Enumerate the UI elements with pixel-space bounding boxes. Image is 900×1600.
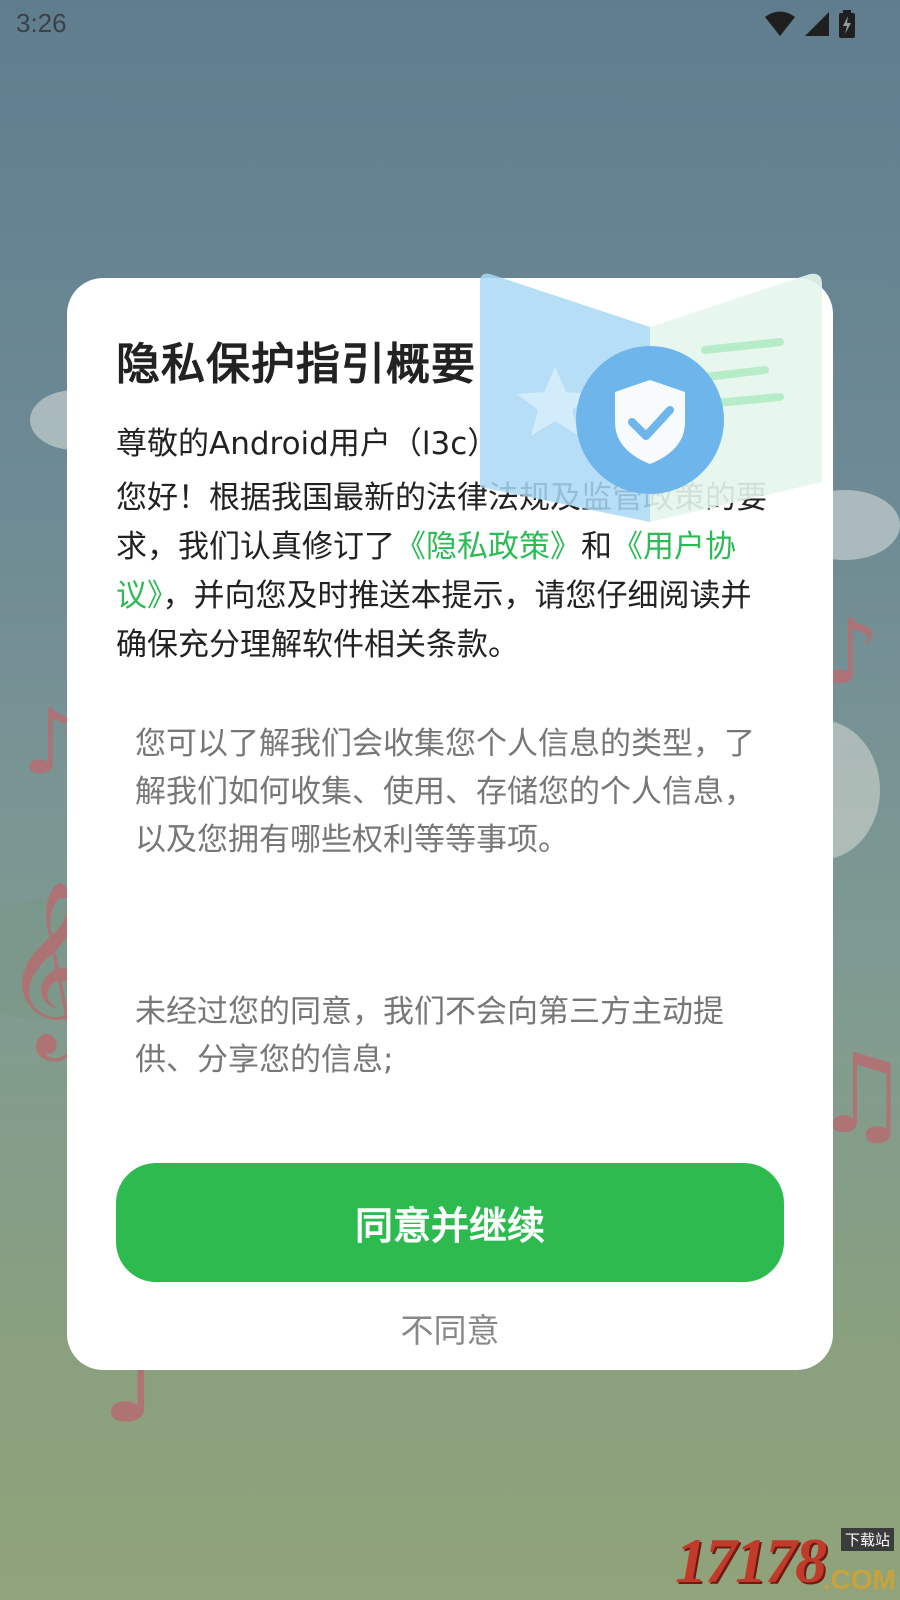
intro-text-part: 和	[581, 529, 612, 565]
battery-icon	[839, 10, 855, 38]
detail-paragraph: 您可以了解我们会收集您个人信息的类型，了解我们如何收集、使用、存储您的个人信息，…	[135, 726, 755, 858]
signal-icon	[805, 12, 829, 36]
app-screen: ♪ 𝄞 ♪ ♫ ♪ 3:26 隐私保护指引概要 尊敬的Android用户（l3c…	[0, 0, 900, 1600]
status-bar: 3:26	[0, 0, 900, 50]
watermark-domain: .COM	[822, 1564, 896, 1595]
dialog-title: 隐私保护指引概要	[116, 339, 476, 390]
shield-check-icon	[480, 273, 822, 522]
privacy-policy-link[interactable]: 《隐私政策》	[395, 529, 581, 565]
agree-continue-button[interactable]: 同意并继续	[116, 1163, 784, 1282]
watermark-number: 17178	[675, 1525, 827, 1596]
wifi-icon	[765, 11, 795, 36]
greeting-text: 尊敬的Android用户（l3c）	[116, 426, 499, 462]
status-icons	[764, 10, 856, 38]
disagree-button[interactable]: 不同意	[350, 1298, 550, 1358]
status-time: 3:26	[16, 8, 67, 38]
intro-text-part: ，并向您及时推送本提示，请您仔细阅读并确保充分理解软件相关条款。	[116, 578, 752, 663]
detail-paragraph: 未经过您的同意，我们不会向第三方主动提供、分享您的信息;	[135, 994, 724, 1078]
watermark-logo: 17178 下载站 .COM	[675, 1525, 900, 1600]
watermark-download-tag: 下载站	[840, 1528, 894, 1551]
